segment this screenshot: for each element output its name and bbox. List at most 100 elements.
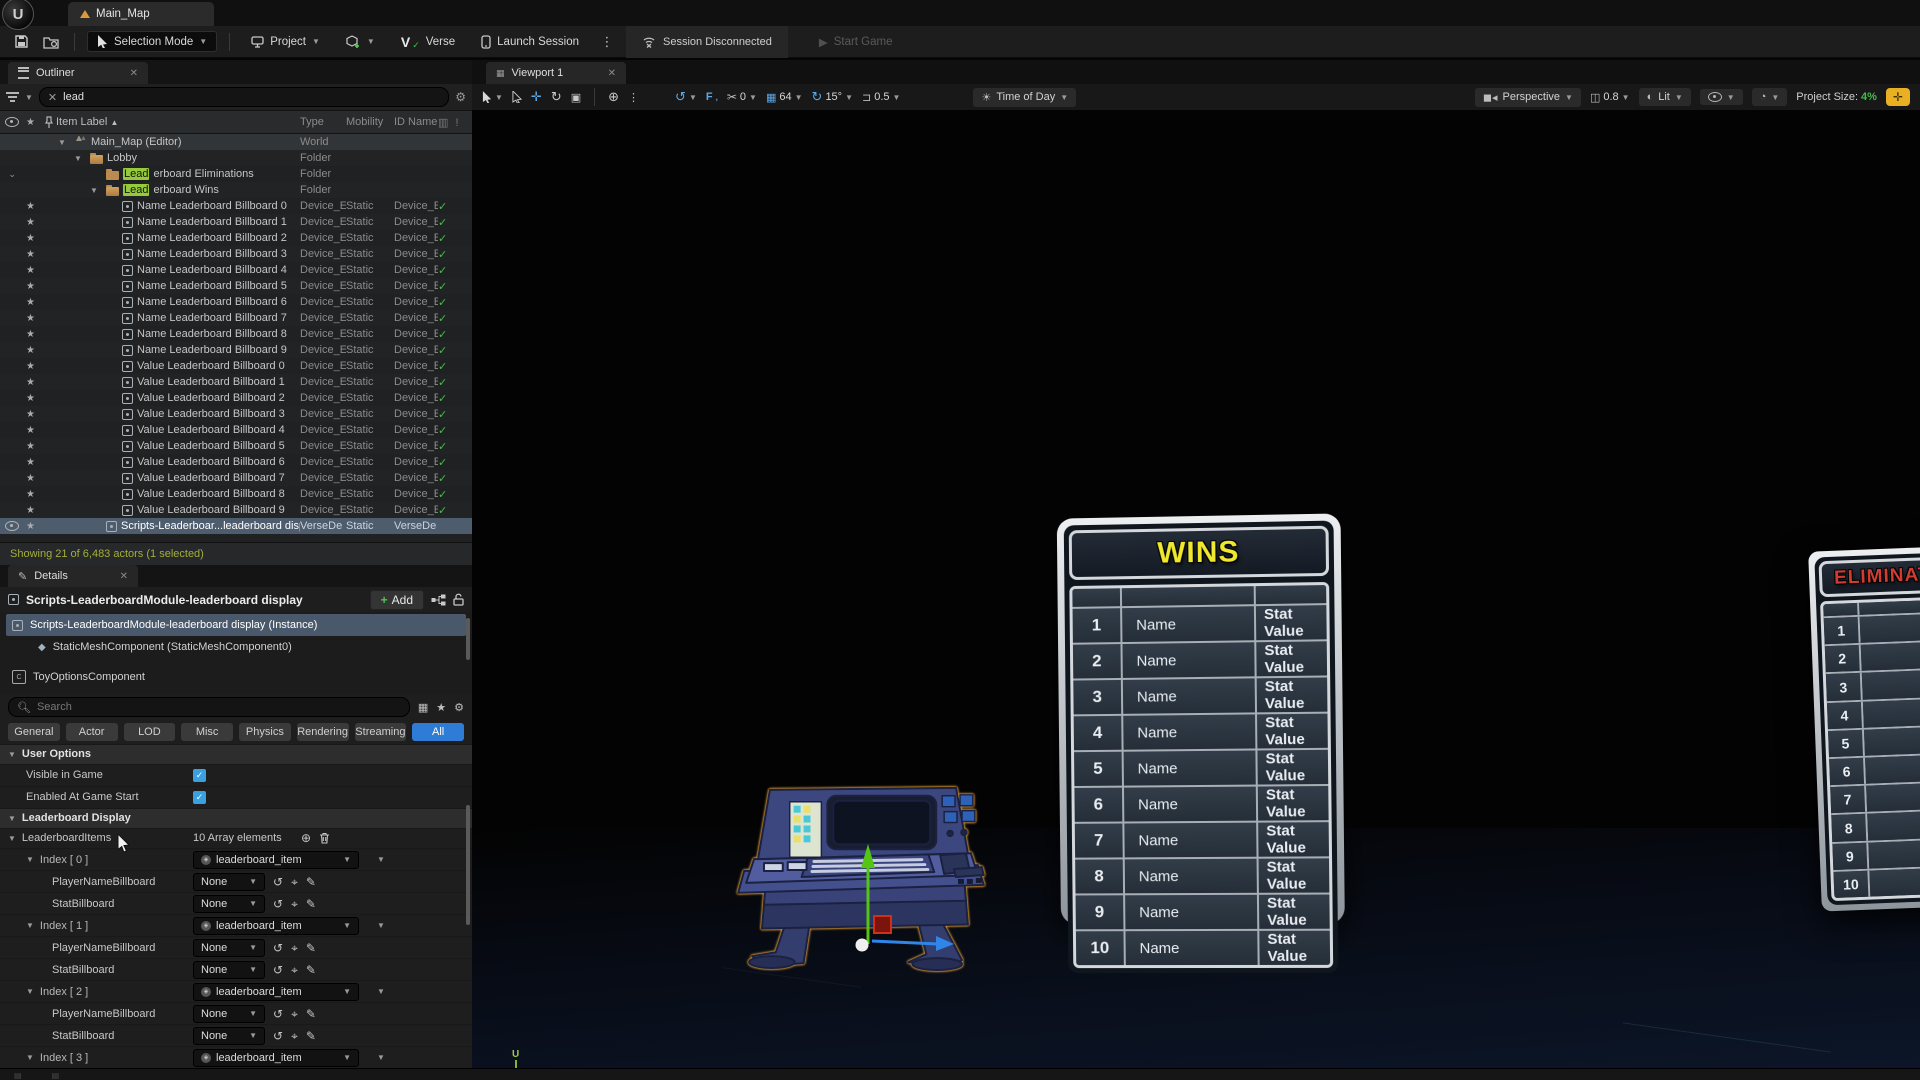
star-icon[interactable]: ★ bbox=[26, 201, 35, 212]
star-icon[interactable]: ★ bbox=[26, 345, 35, 356]
wins-leaderboard[interactable]: WINS 1 Name Stat Value bbox=[1057, 513, 1345, 924]
use-selected-icon[interactable]: ↺ bbox=[273, 876, 283, 888]
chevron-down-icon[interactable]: ▼ bbox=[25, 93, 33, 102]
rotation-snap-dropdown[interactable]: ↻15°▼ bbox=[812, 89, 853, 105]
chevron-down-icon[interactable]: ▼ bbox=[377, 855, 385, 864]
save-icon[interactable] bbox=[10, 31, 32, 53]
asset-dropdown[interactable]: None ▼ bbox=[193, 1027, 265, 1045]
time-of-day-button[interactable]: ☀ Time of Day▼ bbox=[973, 88, 1076, 107]
world-space-icon[interactable]: ⊕ bbox=[608, 89, 619, 105]
outliner-row[interactable]: ⌄ ★ ▼ Name Leaderboard Billboard 3 Devic… bbox=[0, 246, 472, 262]
viewport-scene[interactable]: WINS 1 Name Stat Value bbox=[472, 110, 1920, 1068]
star-icon[interactable]: ★ bbox=[26, 457, 35, 468]
star-icon[interactable]: ★ bbox=[26, 425, 35, 436]
eyedropper-icon[interactable]: ✎ bbox=[306, 1030, 316, 1042]
section-leaderboard-display[interactable]: ▼Leaderboard Display bbox=[0, 808, 472, 828]
star-icon[interactable]: ★ bbox=[26, 377, 35, 388]
outliner-tab[interactable]: Outliner ✕ bbox=[8, 62, 148, 84]
unlock-icon[interactable] bbox=[453, 593, 464, 606]
outliner-row[interactable]: ⌄ ★ ▼ Value Leaderboard Billboard 7 Devi… bbox=[0, 470, 472, 486]
scrollbar[interactable] bbox=[466, 618, 470, 660]
item-type-dropdown[interactable]: ◈ leaderboard_item ▼ bbox=[193, 851, 359, 869]
outliner-row[interactable]: ⌄ ★ ▼ Name Leaderboard Billboard 4 Devic… bbox=[0, 262, 472, 278]
outliner-row[interactable]: ⌄ ★ ▼ Main_Map (Editor) World ✓ bbox=[0, 134, 472, 150]
blueprint-icon[interactable] bbox=[431, 594, 446, 606]
settings-gear-icon[interactable]: ⚙ bbox=[455, 90, 466, 104]
filter-tab[interactable]: LOD bbox=[124, 723, 176, 741]
outliner-row[interactable]: ⌄ ★ ▼ Leaderboard Wins Folder ✓ bbox=[0, 182, 472, 198]
surface-snap-dropdown[interactable]: ↺▼ bbox=[675, 89, 697, 105]
column-id-name[interactable]: ID Name bbox=[394, 116, 438, 128]
project-button[interactable]: Project ▼ bbox=[242, 32, 329, 51]
browse-to-icon[interactable]: ⌖ bbox=[291, 942, 298, 954]
filter-tab[interactable]: Physics bbox=[239, 723, 291, 741]
asset-dropdown[interactable]: None ▼ bbox=[193, 939, 265, 957]
perspective-dropdown[interactable]: ◼◂ Perspective▼ bbox=[1475, 88, 1581, 107]
eyedropper-icon[interactable]: ✎ bbox=[306, 964, 316, 976]
add-element-icon[interactable]: ⊕ bbox=[301, 832, 311, 844]
browse-to-icon[interactable]: ⌖ bbox=[291, 964, 298, 976]
browse-to-icon[interactable]: ⌖ bbox=[291, 1030, 298, 1042]
item-type-dropdown[interactable]: ◈ leaderboard_item ▼ bbox=[193, 983, 359, 1001]
viewport-settings-dropdown[interactable]: ◔▼ bbox=[1752, 88, 1788, 106]
clear-search-icon[interactable]: ✕ bbox=[48, 91, 57, 104]
lit-mode-dropdown[interactable]: ◐ Lit▼ bbox=[1639, 88, 1691, 106]
scrollbar[interactable] bbox=[466, 805, 470, 925]
star-icon[interactable]: ★ bbox=[26, 441, 35, 452]
expand-arrow-icon[interactable]: ▼ bbox=[26, 855, 34, 864]
chevron-down-icon[interactable]: ▼ bbox=[377, 987, 385, 996]
outliner-row[interactable]: ⌄ ★ ▼ Value Leaderboard Billboard 9 Devi… bbox=[0, 502, 472, 518]
filter-tab[interactable]: Misc bbox=[181, 723, 233, 741]
expand-arrow-icon[interactable]: ▼ bbox=[58, 138, 70, 147]
star-icon[interactable]: ★ bbox=[26, 281, 35, 292]
filter-tab[interactable]: Actor bbox=[66, 723, 118, 741]
outliner-row[interactable]: ⌄ ★ ▼ Name Leaderboard Billboard 6 Devic… bbox=[0, 294, 472, 310]
outliner-row[interactable]: ⌄ ★ ▼ Name Leaderboard Billboard 9 Devic… bbox=[0, 342, 472, 358]
outliner-row[interactable]: ⌄ ★ ▼ Name Leaderboard Billboard 5 Devic… bbox=[0, 278, 472, 294]
pin-column-icon[interactable] bbox=[45, 116, 53, 128]
favorites-icon[interactable]: ★ bbox=[436, 701, 446, 714]
star-icon[interactable]: ★ bbox=[26, 473, 35, 484]
chevron-icon[interactable]: ⌄ bbox=[8, 169, 16, 180]
expand-arrow-icon[interactable]: ▼ bbox=[26, 921, 34, 930]
delete-icon[interactable] bbox=[319, 832, 330, 844]
star-icon[interactable]: ★ bbox=[26, 489, 35, 500]
filter-tab[interactable]: All bbox=[412, 723, 464, 741]
column-type[interactable]: Type bbox=[300, 116, 346, 128]
component-row[interactable]: C ToyOptionsComponent bbox=[6, 666, 466, 688]
eye-icon[interactable] bbox=[5, 521, 19, 531]
outliner-row[interactable]: ⌄ ★ ▼ Name Leaderboard Billboard 7 Devic… bbox=[0, 310, 472, 326]
outliner-row[interactable]: ⌄ ★ ▼ Name Leaderboard Billboard 2 Devic… bbox=[0, 230, 472, 246]
outliner-row[interactable]: ⌄ ★ ▼ Name Leaderboard Billboard 1 Devic… bbox=[0, 214, 472, 230]
close-icon[interactable]: ✕ bbox=[608, 68, 616, 79]
show-flags-dropdown[interactable]: ▼ bbox=[1700, 89, 1743, 105]
outliner-row[interactable]: ⌄ ★ ▼ Lobby Folder ✓ bbox=[0, 150, 472, 166]
outliner-row[interactable]: ⌄ ★ ▼ Leaderboard Eliminations Folder ✓ bbox=[0, 166, 472, 182]
transform-gizmo[interactable] bbox=[816, 826, 966, 956]
star-icon[interactable]: ★ bbox=[26, 249, 35, 260]
close-icon[interactable]: ✕ bbox=[130, 68, 138, 79]
component-row[interactable]: ◆ StaticMeshComponent (StaticMeshCompone… bbox=[32, 636, 466, 658]
filter-icon[interactable] bbox=[6, 92, 19, 102]
viewport-tab[interactable]: ▦ Viewport 1 ✕ bbox=[486, 62, 626, 84]
expand-arrow-icon[interactable]: ▼ bbox=[74, 154, 86, 163]
expand-arrow-icon[interactable]: ▼ bbox=[90, 186, 102, 195]
vertex-snap-icon[interactable]: F, bbox=[706, 91, 718, 103]
outliner-row[interactable]: ⌄ ★ ▼ Value Leaderboard Billboard 8 Devi… bbox=[0, 486, 472, 502]
tool-select-dropdown[interactable]: ▼ bbox=[482, 91, 503, 103]
move-tool-icon[interactable]: ✛ bbox=[531, 89, 542, 105]
actor-snap-dropdown[interactable]: ✂0▼ bbox=[727, 90, 757, 104]
transform-widget-button[interactable]: ✛ bbox=[1886, 88, 1910, 106]
grid-snap-dropdown[interactable]: ▦64▼ bbox=[766, 91, 803, 104]
star-icon[interactable]: ★ bbox=[26, 409, 35, 420]
star-icon[interactable]: ★ bbox=[26, 521, 35, 532]
asset-dropdown[interactable]: None ▼ bbox=[193, 1005, 265, 1023]
details-search-input[interactable]: 🔍︎ Search bbox=[8, 697, 410, 717]
eyedropper-icon[interactable]: ✎ bbox=[306, 1008, 316, 1020]
content-browser-icon[interactable] bbox=[40, 31, 62, 53]
browse-to-icon[interactable]: ⌖ bbox=[291, 876, 298, 888]
checkbox[interactable]: ✓ bbox=[193, 769, 206, 782]
star-icon[interactable]: ★ bbox=[26, 233, 35, 244]
outliner-row[interactable]: ⌄ ★ ▼ Name Leaderboard Billboard 8 Devic… bbox=[0, 326, 472, 342]
filter-tab[interactable]: General bbox=[8, 723, 60, 741]
